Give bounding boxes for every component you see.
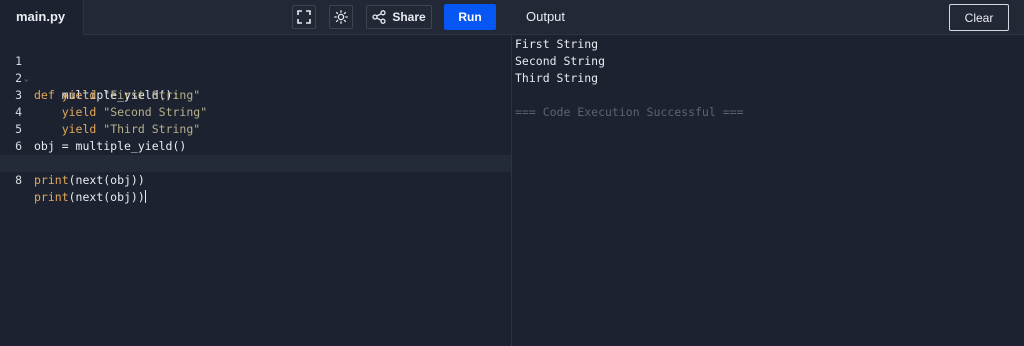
output-title: Output <box>526 9 566 24</box>
fullscreen-button[interactable] <box>292 5 316 29</box>
top-bar: main.py Share Run Output Clear <box>0 0 1024 35</box>
code-line: 7 print(next(obj)) <box>0 138 511 187</box>
fullscreen-icon <box>297 10 311 24</box>
share-button[interactable]: Share <box>366 5 432 29</box>
clear-button[interactable]: Clear <box>949 4 1009 31</box>
share-label: Share <box>392 10 426 24</box>
code-line: 2 yield "First String" <box>0 53 511 102</box>
file-tab[interactable]: main.py <box>0 0 84 35</box>
code-line: 3 yield "Second String" <box>0 70 511 119</box>
line-number: 8 <box>15 173 22 187</box>
online-python-compiler: main.py Share Run Output Clear 1 ⌄ def m… <box>0 0 1024 346</box>
code-line: 5 obj = multiple_yield() <box>0 104 511 153</box>
output-line: Third String <box>515 71 599 85</box>
line-text: print(next(obj)) <box>34 190 146 204</box>
run-button[interactable]: Run <box>444 4 496 30</box>
output-line: First String <box>515 37 599 51</box>
run-label: Run <box>458 10 482 24</box>
share-icon <box>372 10 386 24</box>
text-cursor <box>144 190 146 203</box>
line-text: print(next(obj)) <box>34 173 145 187</box>
code-editor[interactable]: 1 ⌄ def multiple_yield(): 2 yield "First… <box>0 36 511 346</box>
panel-divider[interactable] <box>511 35 512 346</box>
output-line: Second String <box>515 54 606 68</box>
clear-label: Clear <box>964 10 994 25</box>
code-line: 6 print(next(obj)) <box>0 121 511 170</box>
theme-toggle-button[interactable] <box>329 5 353 29</box>
execution-status: === Code Execution Successful === <box>515 105 744 119</box>
output-panel: First String Second String Third String … <box>515 36 1015 346</box>
sun-icon <box>334 10 348 24</box>
code-line: 4 yield "Third String" <box>0 87 511 136</box>
active-code-line: 8 print(next(obj)) <box>0 155 511 204</box>
code-line: 1 ⌄ def multiple_yield(): <box>0 36 511 102</box>
file-tab-label: main.py <box>16 9 66 24</box>
